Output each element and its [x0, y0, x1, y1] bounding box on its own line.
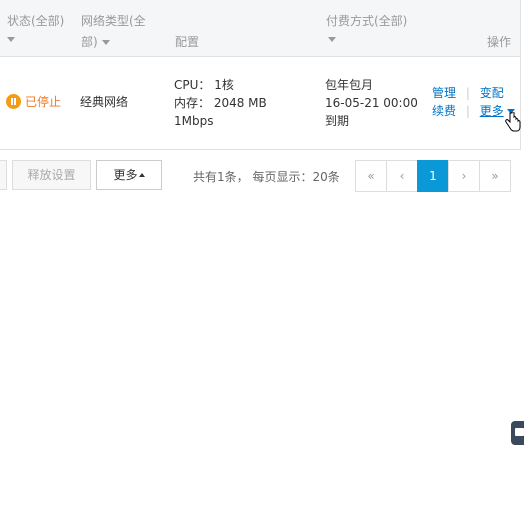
last-page-label: »	[491, 169, 499, 183]
partial-button[interactable]	[0, 160, 7, 190]
column-payment-label: 付费方式(全部)	[326, 14, 408, 28]
feedback-chat-icon[interactable]	[511, 421, 524, 445]
status-badge: 已停止	[6, 93, 61, 111]
payment-cell: 包年包月 16-05-21 00:00 到期	[325, 76, 418, 130]
more-actions-link[interactable]: 更多	[480, 104, 504, 118]
action-separator: |	[465, 86, 470, 100]
status-filter-caret-icon[interactable]	[7, 37, 15, 42]
expiry-suffix: 到期	[325, 114, 350, 128]
config-cpu: CPU： 1核	[174, 78, 234, 92]
actions-cell: 管理 | 变配 续费 | 更多	[432, 84, 515, 120]
first-page-button[interactable]: «	[355, 160, 387, 192]
next-page-button[interactable]: ›	[448, 160, 480, 192]
config-memory: 内存： 2048 MB	[174, 96, 267, 110]
action-separator: |	[465, 104, 470, 118]
next-page-label: ›	[461, 169, 467, 183]
first-page-label: «	[367, 169, 375, 183]
prev-page-button[interactable]: ‹	[386, 160, 418, 192]
more-button[interactable]: 更多	[96, 160, 162, 190]
last-page-button[interactable]: »	[479, 160, 511, 192]
pagination-summary-text: 共有1条， 每页显示：20条	[193, 170, 340, 184]
release-settings-label: 释放设置	[27, 168, 76, 182]
payment-filter-caret-icon[interactable]	[328, 37, 336, 42]
network-type-cell: 经典网络	[80, 93, 128, 111]
column-network-label-1: 网络类型(全	[81, 14, 146, 28]
network-type-value: 经典网络	[80, 95, 129, 109]
payment-type: 包年包月	[325, 78, 374, 92]
config-bandwidth: 1Mbps	[174, 114, 214, 128]
expiry-date: 16-05-21 00:00	[325, 96, 418, 110]
pause-icon	[6, 94, 21, 109]
current-page-label: 1	[429, 169, 437, 183]
pagination-summary: 共有1条， 每页显示：20条	[193, 169, 340, 185]
hand-cursor-icon	[505, 112, 521, 132]
more-button-label: 更多	[113, 168, 138, 182]
column-config: 配置	[175, 32, 199, 53]
column-status-label: 状态(全部)	[7, 14, 65, 28]
column-config-label: 配置	[175, 35, 200, 49]
column-actions: 操作	[487, 32, 511, 53]
column-network-label-2: 部)	[81, 32, 146, 53]
change-config-link[interactable]: 变配	[480, 86, 504, 100]
network-filter-caret-icon[interactable]	[101, 40, 110, 45]
renew-link[interactable]: 续费	[432, 104, 456, 118]
config-cell: CPU： 1核 内存： 2048 MB 1Mbps	[174, 76, 267, 130]
caret-up-icon	[138, 173, 145, 177]
page-1-button[interactable]: 1	[417, 160, 449, 192]
table-header: 状态(全部) 网络类型(全 部) 配置 付费方式(全部) 操作	[0, 0, 520, 57]
status-text: 已停止	[25, 95, 62, 109]
release-settings-button[interactable]: 释放设置	[12, 160, 91, 190]
column-payment[interactable]: 付费方式(全部)	[326, 11, 407, 32]
prev-page-label: ‹	[399, 169, 405, 183]
manage-link[interactable]: 管理	[432, 86, 456, 100]
column-actions-label: 操作	[487, 35, 512, 49]
column-status[interactable]: 状态(全部)	[7, 11, 64, 32]
column-network-type[interactable]: 网络类型(全 部)	[81, 11, 146, 53]
